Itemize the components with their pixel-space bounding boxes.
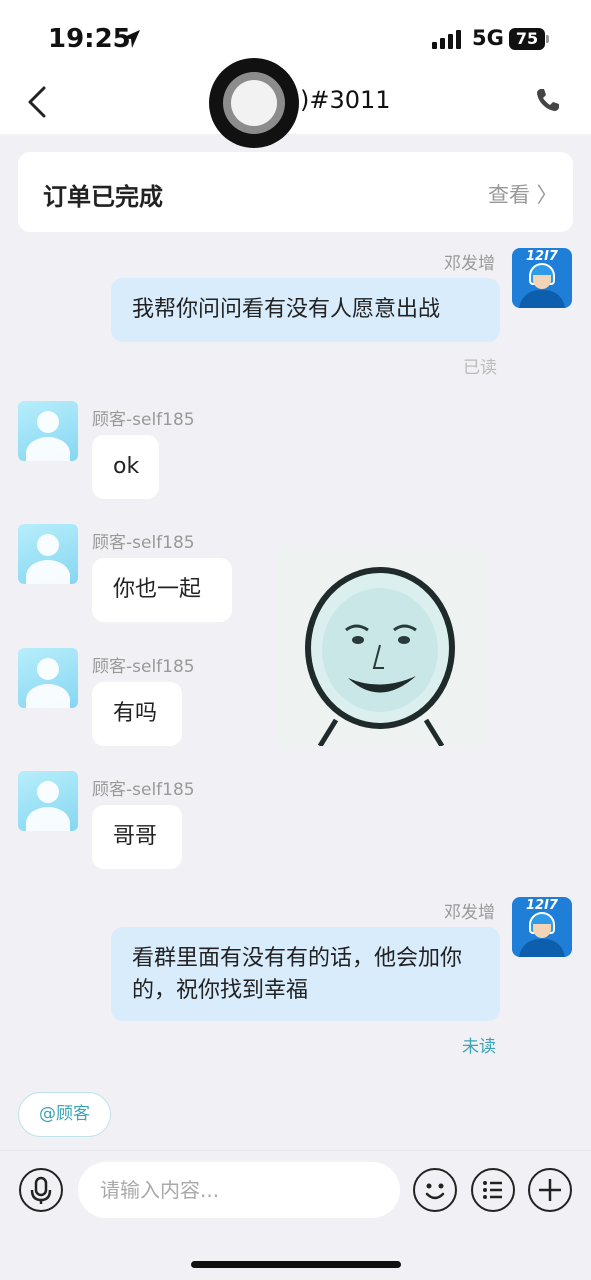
message-bubble-outgoing[interactable]: 看群里面有没有有的话，他会加你的，祝你找到幸福 <box>111 927 500 1021</box>
sender-name: 顾客-self185 <box>92 533 195 553</box>
customer-avatar[interactable] <box>18 401 78 461</box>
meme-face-icon <box>276 550 488 746</box>
chat-title: )#3011 <box>300 86 391 114</box>
chevron-left-icon[interactable] <box>24 84 50 120</box>
agent-logo-text: 12I7 <box>526 898 558 913</box>
plus-icon[interactable] <box>528 1168 572 1212</box>
agent-logo-text: 12I7 <box>526 249 558 264</box>
meme-sticker-image[interactable] <box>276 550 488 746</box>
emoji-icon[interactable] <box>413 1168 457 1212</box>
network-type: 5G <box>472 26 504 50</box>
microphone-icon[interactable] <box>19 1168 63 1212</box>
customer-avatar[interactable] <box>18 524 78 584</box>
nav-bar: )#3011 <box>0 58 591 148</box>
sender-name: 顾客-self185 <box>92 410 195 430</box>
message-bubble-incoming[interactable]: ok <box>92 435 159 499</box>
read-status: 已读 <box>463 358 497 378</box>
sender-name: 顾客-self185 <box>92 780 195 800</box>
message-bubble-outgoing[interactable]: 我帮你问问看有没有人愿意出战 <box>111 278 500 342</box>
signal-icon <box>432 30 461 49</box>
list-icon[interactable] <box>471 1168 515 1212</box>
unread-status: 未读 <box>462 1037 496 1057</box>
customer-avatar[interactable] <box>18 648 78 708</box>
message-bubble-incoming[interactable]: 你也一起 <box>92 558 232 622</box>
home-indicator <box>191 1261 401 1268</box>
phone-icon[interactable] <box>535 87 561 113</box>
battery-tip <box>546 35 549 43</box>
mention-customer-chip[interactable]: @顾客 <box>18 1092 111 1137</box>
message-input[interactable] <box>78 1162 400 1218</box>
order-status-label: 订单已完成 <box>43 183 163 211</box>
message-bubble-incoming[interactable]: 有吗 <box>92 682 182 746</box>
order-status-card[interactable]: 订单已完成 查看 〉 <box>18 152 573 232</box>
sender-name: 邓发增 <box>444 254 495 274</box>
view-order-link[interactable]: 查看 〉 <box>488 179 558 209</box>
status-bar: 19:25 5G 75 <box>0 0 591 70</box>
sender-name: 顾客-self185 <box>92 657 195 677</box>
agent-avatar[interactable]: 12I7 <box>512 897 572 957</box>
location-arrow-icon <box>122 30 140 48</box>
agent-avatar[interactable]: 12I7 <box>512 248 572 308</box>
sender-name: 邓发增 <box>444 903 495 923</box>
input-bar <box>0 1150 591 1280</box>
customer-avatar[interactable] <box>18 771 78 831</box>
status-time: 19:25 <box>48 24 131 54</box>
chat-avatar[interactable] <box>209 58 299 148</box>
message-bubble-incoming[interactable]: 哥哥 <box>92 805 182 869</box>
avatar-center <box>231 80 277 126</box>
battery-icon: 75 <box>509 28 545 50</box>
